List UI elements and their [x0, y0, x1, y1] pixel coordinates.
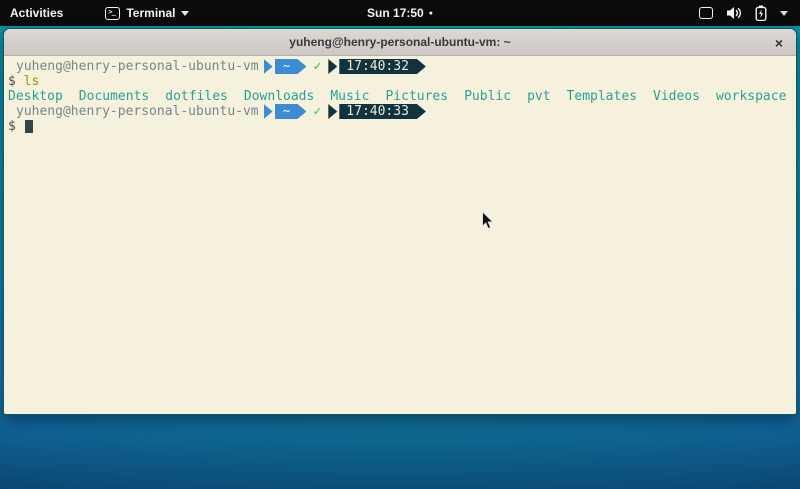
- ls-output-line: Desktop Documents dotfiles Downloads Mus…: [8, 89, 792, 104]
- terminal-content[interactable]: yuheng@henry-personal-ubuntu-vm ~ ✓ 17:4…: [4, 56, 796, 414]
- notification-dot: ●: [429, 10, 433, 17]
- prompt-dollar: $: [8, 119, 16, 134]
- app-menu-terminal[interactable]: >_ Terminal: [95, 0, 199, 26]
- prompt-time-segment: 17:40:33: [339, 104, 426, 119]
- close-button[interactable]: ×: [775, 29, 783, 56]
- command-line: $ ls: [8, 74, 792, 89]
- prompt-path-segment: ~: [275, 104, 307, 119]
- directory-name: Documents: [79, 89, 149, 104]
- directory-name: dotfiles: [165, 89, 228, 104]
- prompt-dollar: $: [8, 74, 16, 89]
- prompt-line-2: yuheng@henry-personal-ubuntu-vm ~ ✓ 17:4…: [8, 104, 792, 119]
- status-check-icon: ✓: [313, 59, 321, 74]
- desktop: { "topbar": { "activities_label": "Activ…: [0, 0, 800, 489]
- powerline-arrow-icon: [264, 104, 273, 119]
- terminal-app-icon: >_: [105, 7, 120, 20]
- powerline-arrow-icon: [328, 104, 337, 119]
- directory-name: Pictures: [385, 89, 448, 104]
- directory-name: workspace: [716, 89, 786, 104]
- battery-charging-icon: [755, 5, 767, 21]
- powerline-arrow-icon: [328, 59, 337, 74]
- chevron-down-icon: [780, 11, 788, 16]
- directory-name: Videos: [653, 89, 700, 104]
- clock-label: Sun 17:50: [367, 6, 424, 20]
- chevron-down-icon: [181, 11, 189, 16]
- input-line: $: [8, 119, 792, 134]
- status-check-icon: ✓: [313, 104, 321, 119]
- activities-label: Activities: [10, 6, 63, 20]
- volume-icon: [726, 6, 742, 20]
- directory-name: Templates: [567, 89, 637, 104]
- prompt-user-host: yuheng@henry-personal-ubuntu-vm: [16, 104, 259, 119]
- typed-command: ls: [24, 74, 40, 89]
- terminal-window: yuheng@henry-personal-ubuntu-vm: ~ × yuh…: [3, 28, 797, 415]
- system-tray[interactable]: [687, 0, 800, 26]
- directory-name: pvt: [527, 89, 550, 104]
- directory-name: Public: [464, 89, 511, 104]
- top-bar: Activities >_ Terminal Sun 17:50 ●: [0, 0, 800, 26]
- window-titlebar[interactable]: yuheng@henry-personal-ubuntu-vm: ~ ×: [4, 29, 796, 56]
- prompt-path-segment: ~: [275, 59, 307, 74]
- window-title: yuheng@henry-personal-ubuntu-vm: ~: [289, 35, 510, 49]
- prompt-user-host: yuheng@henry-personal-ubuntu-vm: [16, 59, 259, 74]
- activities-button[interactable]: Activities: [0, 0, 73, 26]
- text-cursor: [25, 120, 33, 133]
- prompt-time-segment: 17:40:32: [339, 59, 426, 74]
- screen-icon: [699, 7, 713, 19]
- directory-name: Downloads: [244, 89, 314, 104]
- mouse-cursor-icon: [481, 211, 495, 231]
- directory-name: Desktop: [8, 89, 63, 104]
- directory-name: Music: [330, 89, 369, 104]
- powerline-arrow-icon: [264, 59, 273, 74]
- prompt-line-1: yuheng@henry-personal-ubuntu-vm ~ ✓ 17:4…: [8, 59, 792, 74]
- app-menu-label: Terminal: [126, 6, 175, 20]
